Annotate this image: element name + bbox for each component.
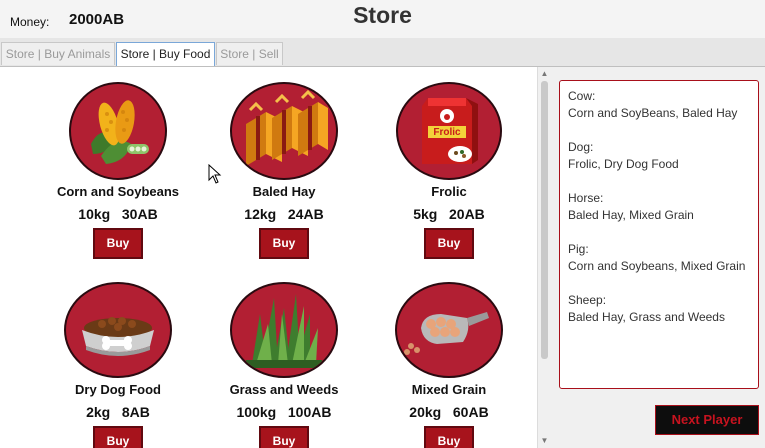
hay-bale-icon [230,82,338,180]
food-item: Corn and Soybeans 10kg 30AB Buy [48,82,188,259]
item-price: 20AB [449,206,485,222]
corn-icon [69,82,167,180]
info-animal: Pig: [568,242,589,256]
item-weight: 20kg [409,404,442,420]
item-name: Grass and Weeds [229,382,339,397]
info-animal: Cow: [568,89,596,103]
info-foods: Corn and Soybeans, Mixed Grain [568,259,746,273]
mouse-cursor-icon [208,164,222,184]
item-weight: 10kg [78,206,111,222]
dog-food-bag-icon: Frolic [396,82,502,180]
info-animal: Horse: [568,191,604,205]
item-name: Mixed Grain [411,382,487,397]
item-price: 60AB [452,404,489,420]
dog-bowl-icon [64,282,172,378]
page-title: Store [353,2,412,28]
grain-scoop-icon [395,282,503,378]
item-weight-price: 12kg 24AB [214,206,354,222]
item-weight-price: 10kg 30AB [48,206,188,222]
food-item: Mixed Grain 20kg 60AB Buy [379,282,519,448]
item-name: Corn and Soybeans [56,184,180,199]
next-player-button[interactable]: Next Player [655,405,759,435]
feeding-info-box: Cow: Corn and SoyBeans, Baled Hay Dog: F… [559,80,759,389]
food-item: Baled Hay 12kg 24AB Buy [214,82,354,259]
grass-icon [230,282,338,378]
info-foods: Corn and SoyBeans, Baled Hay [568,106,738,120]
item-weight-price: 2kg 8AB [48,404,188,420]
buy-button[interactable]: Buy [259,228,309,259]
header-bar: Money: 2000AB Store [0,0,765,38]
item-price: 30AB [121,206,158,222]
item-price: 24AB [287,206,324,222]
item-weight-price: 20kg 60AB [379,404,519,420]
item-price: 100AB [287,404,332,420]
buy-button[interactable]: Buy [259,426,309,448]
food-item: Frolic Frolic 5kg 20AB Buy [379,82,519,259]
buy-button[interactable]: Buy [93,228,143,259]
scroll-up-icon[interactable]: ▲ [538,68,551,80]
side-panel: Cow: Corn and SoyBeans, Baled Hay Dog: F… [551,67,765,448]
food-item: Dry Dog Food 2kg 8AB Buy [48,282,188,448]
item-weight: 12kg [244,206,277,222]
item-name: Baled Hay [252,184,316,199]
info-foods: Baled Hay, Grass and Weeds [568,310,725,324]
buy-button[interactable]: Buy [424,228,474,259]
info-animal: Dog: [568,140,594,154]
item-weight: 5kg [413,206,438,222]
tab-buy-animals[interactable]: Store | Buy Animals [1,42,115,65]
tab-sell[interactable]: Store | Sell [216,42,283,65]
info-foods: Baled Hay, Mixed Grain [568,208,694,222]
item-name: Frolic [431,184,467,199]
vertical-scrollbar[interactable]: ▲ ▼ [537,67,551,448]
item-weight-price: 100kg 100AB [214,404,354,420]
item-weight: 100kg [236,404,277,420]
item-name: Dry Dog Food [75,382,161,397]
food-item: Grass and Weeds 100kg 100AB Buy [214,282,354,448]
package-text: Frolic [433,127,461,138]
tab-bar: Store | Buy Animals Store | Buy Food Sto… [0,38,765,67]
info-foods: Frolic, Dry Dog Food [568,157,679,171]
scroll-down-icon[interactable]: ▼ [538,435,551,447]
food-list: Corn and Soybeans 10kg 30AB Buy Baled Ha… [0,67,537,448]
item-price: 8AB [121,404,150,420]
info-animal: Sheep: [568,293,607,307]
buy-button[interactable]: Buy [424,426,474,448]
item-weight: 2kg [86,404,111,420]
scrollbar-thumb[interactable] [541,81,548,359]
tab-buy-food[interactable]: Store | Buy Food [116,42,215,66]
item-weight-price: 5kg 20AB [379,206,519,222]
buy-button[interactable]: Buy [93,426,143,448]
